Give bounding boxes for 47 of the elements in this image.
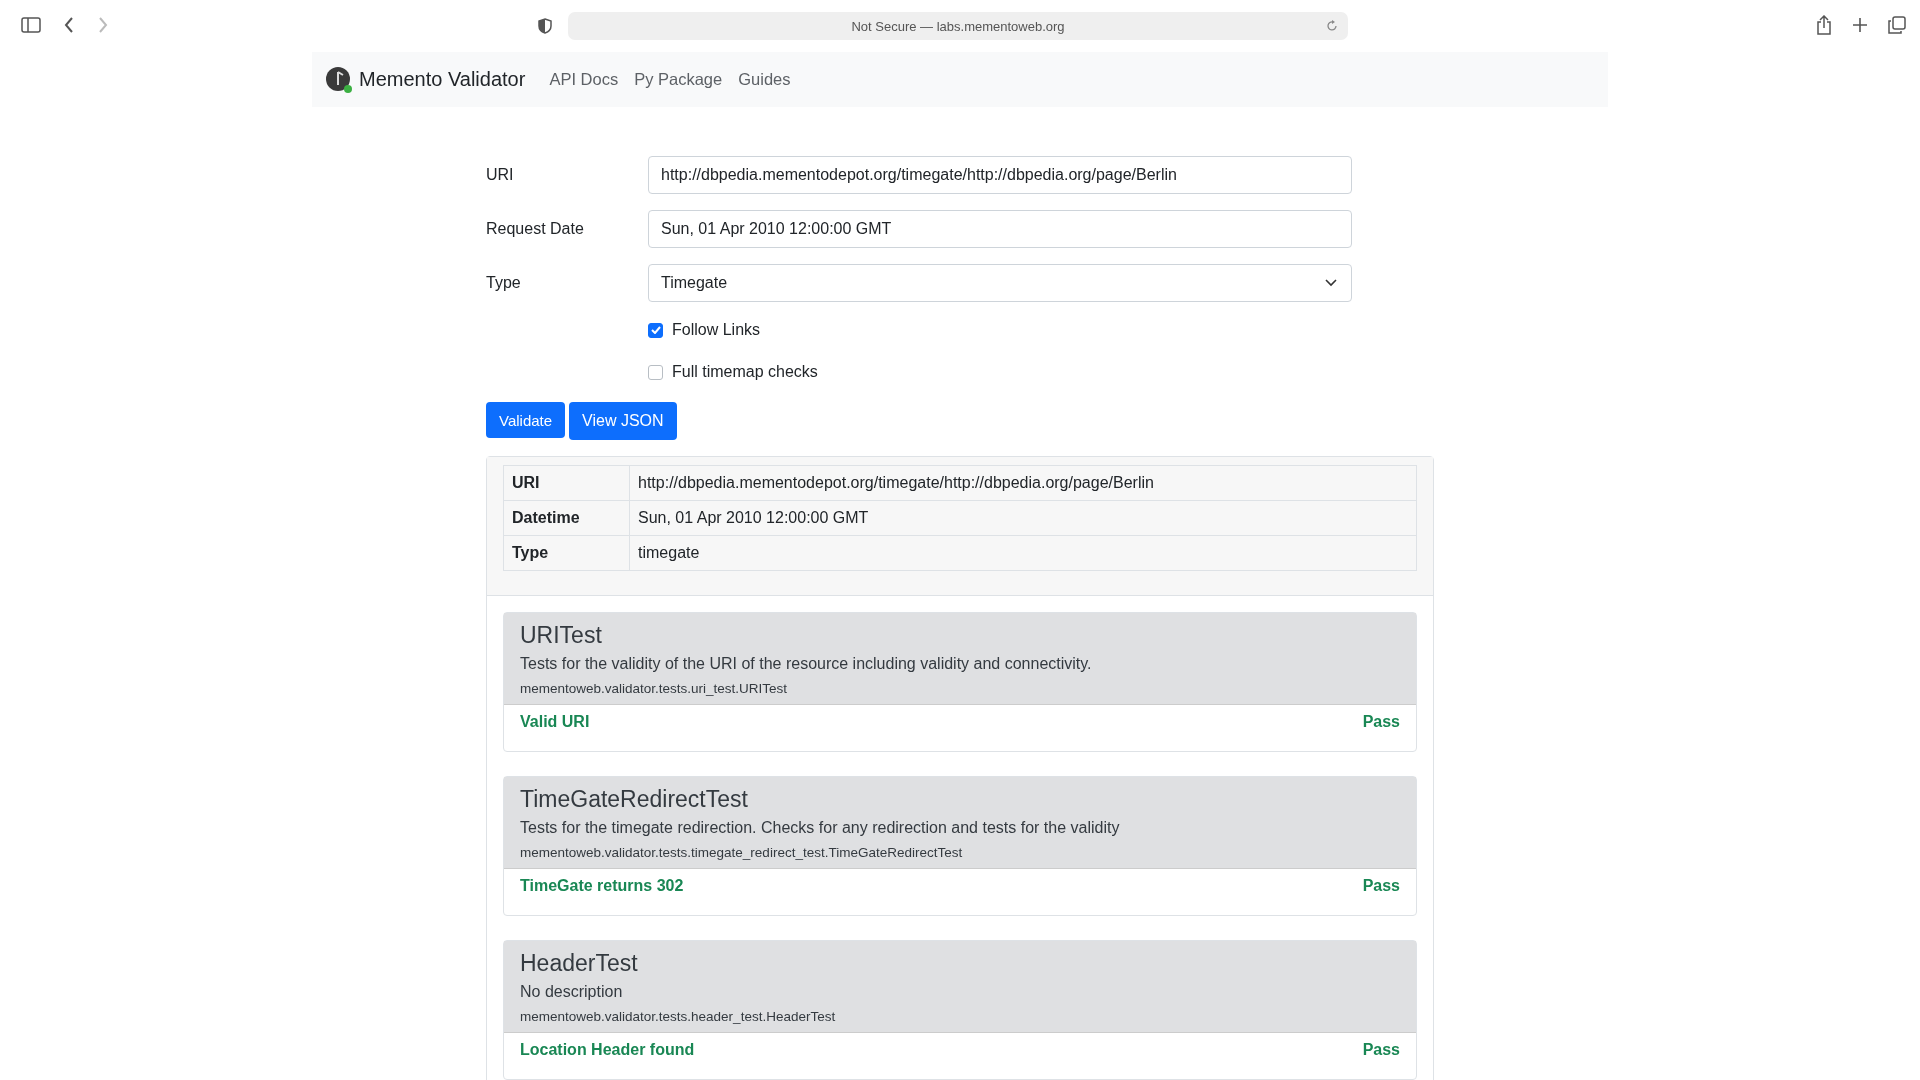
nav-link[interactable]: Guides (738, 70, 791, 89)
table-cell: Sun, 01 Apr 2010 12:00:00 GMT (629, 500, 1417, 536)
result-status: Pass (1362, 877, 1400, 895)
share-icon[interactable] (1816, 15, 1832, 35)
reload-icon[interactable] (1326, 20, 1338, 32)
address-bar[interactable]: Not Secure — labs.mementoweb.org (568, 12, 1348, 40)
test-title: URITest (520, 622, 603, 649)
validate-button[interactable]: Validate (486, 402, 566, 438)
table-cell: Datetime (503, 500, 630, 536)
tabs-icon[interactable] (1888, 16, 1906, 34)
chevron-down-icon (1325, 279, 1337, 287)
type-select[interactable]: Timegate (648, 264, 1352, 302)
input-field[interactable]: Sun, 01 Apr 2010 12:00:00 GMT (648, 210, 1352, 248)
field-label: URI (486, 166, 515, 184)
result-name: Valid URI (520, 713, 590, 731)
input-field[interactable]: http://dbpedia.mementodepot.org/timegate/http://dbpedia.org/page/Berlin (648, 156, 1352, 194)
back-icon[interactable] (63, 16, 75, 34)
table-cell: URI (503, 465, 630, 501)
test-module: mementoweb.validator.tests.header_test.HeaderTest (520, 1009, 837, 1024)
test-module: mementoweb.validator.tests.timegate_redirect_test.TimeGateRedirectTest (520, 845, 964, 860)
field-label: Type (486, 274, 522, 292)
nav-link[interactable]: API Docs (549, 70, 619, 89)
checkbox[interactable] (648, 322, 663, 338)
plus-icon[interactable] (1852, 17, 1868, 33)
result-status: Pass (1362, 713, 1400, 731)
result-name: TimeGate returns 302 (520, 877, 684, 895)
logo-icon (325, 65, 353, 94)
brand-link[interactable]: Memento Validator (359, 68, 526, 91)
result-name: Location Header found (520, 1041, 695, 1059)
table-cell: timegate (629, 535, 1417, 571)
nav-link[interactable]: Py Package (634, 70, 723, 89)
checkbox[interactable] (648, 364, 663, 380)
result-status: Pass (1362, 1041, 1400, 1059)
test-description: Tests for the timegate redirection. Checks for any redirection and tests for the validity (520, 819, 1121, 837)
table-cell: http://dbpedia.mementodepot.org/timegate/http://dbpedia.org/page/Berlin (629, 465, 1417, 501)
field-label: Request Date (486, 220, 585, 238)
shield-icon (538, 18, 552, 34)
checkbox-label[interactable]: Full timemap checks (672, 363, 818, 381)
test-title: HeaderTest (520, 950, 639, 977)
table-cell: Type (503, 535, 630, 571)
test-description: No description (520, 983, 624, 1001)
test-title: TimeGateRedirectTest (520, 786, 749, 813)
test-description: Tests for the validity of the URI of the resource including validity and connectivity. (520, 655, 1093, 673)
view-json-button[interactable]: View JSON (569, 402, 677, 440)
sidebar-icon[interactable] (21, 17, 41, 33)
test-module: mementoweb.validator.tests.uri_test.URITest (520, 681, 789, 696)
checkbox-label[interactable]: Follow Links (672, 321, 761, 339)
